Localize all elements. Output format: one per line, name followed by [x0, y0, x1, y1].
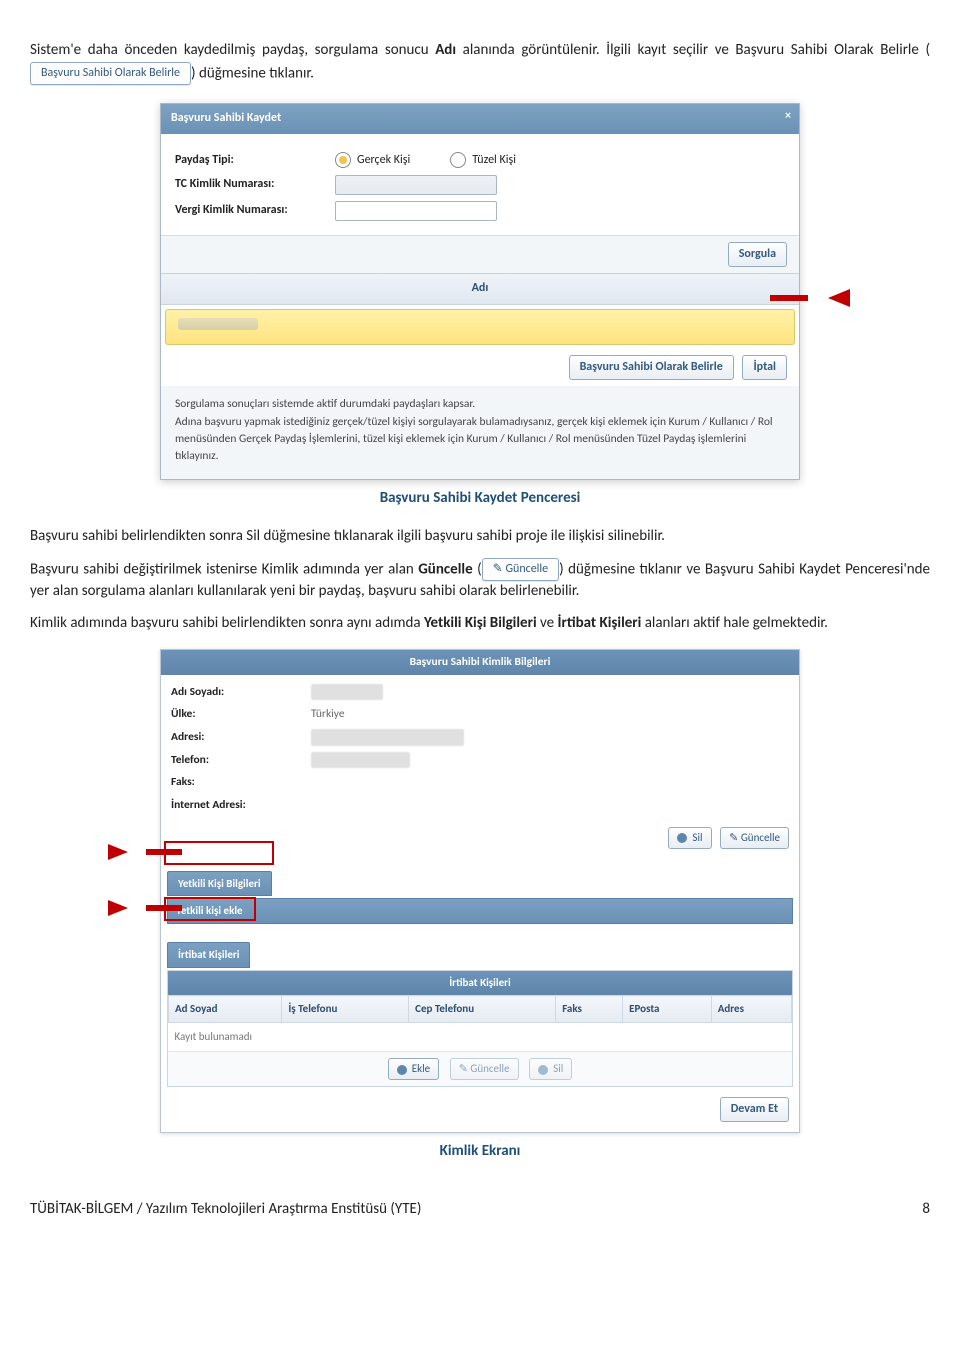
input-tc[interactable]: [335, 175, 497, 195]
guncelle-button[interactable]: ✎ Güncelle: [720, 827, 789, 849]
panel-title: Başvuru Sahibi Kimlik Bilgileri: [161, 650, 799, 675]
info-text-content: Sorgulama sonuçları sistemde aktif durum…: [175, 397, 773, 463]
paragraph-3: Başvuru sahibi değiştirilmek istenirse K…: [30, 558, 930, 603]
radio-gercek-label: Gerçek Kişi: [357, 152, 410, 169]
arrow-icon: [108, 900, 128, 916]
caption-1: Başvuru Sahibi Kaydet Penceresi: [30, 488, 930, 510]
page-number: 8: [922, 1199, 930, 1221]
irtibat-table: Ad Soyad İş Telefonu Cep Telefonu Faks E…: [168, 995, 792, 1051]
kv-web: İnternet Adresi:: [171, 797, 311, 814]
kv-adres: Adresi:: [171, 729, 311, 746]
p3-bold: Güncelle: [418, 560, 472, 578]
col-is: İş Telefonu: [282, 996, 409, 1023]
tbl-gunc-label: Güncelle: [470, 1062, 509, 1075]
kv-tel: Telefon:: [171, 752, 311, 769]
paragraph-4: Kimlik adımında başvuru sahibi belirlend…: [30, 613, 930, 635]
dialog-title: Başvuru Sahibi Kaydet ×: [161, 104, 799, 133]
dialog-basvuru-kaydet: Başvuru Sahibi Kaydet × Paydaş Tipi: Ger…: [160, 103, 800, 480]
close-icon[interactable]: ×: [785, 108, 791, 125]
p1b: alanında görüntülenir. İlgili kayıt seçi…: [456, 41, 930, 59]
label-paydas-tipi: Paydaş Tipi:: [175, 152, 335, 169]
p3a: Başvuru sahibi değiştirilmek istenirse K…: [30, 560, 418, 578]
mask: ████ ████: [311, 684, 383, 701]
yetkili-ekle-bar[interactable]: Yetkili kişi ekle: [167, 898, 793, 924]
label-tc: TC Kimlik Numarası:: [175, 176, 335, 193]
p1-bold: Adı: [435, 41, 456, 59]
p4-b2: İrtibat Kişileri: [558, 614, 642, 632]
p3b: (: [473, 560, 482, 578]
arrow-icon: [108, 844, 128, 860]
col-ad: Ad Soyad: [169, 996, 282, 1023]
belirle-button[interactable]: Başvuru Sahibi Olarak Belirle: [569, 355, 734, 380]
ekle-button[interactable]: Ekle: [388, 1058, 439, 1080]
label-vergi: Vergi Kimlik Numarası:: [175, 202, 335, 219]
p4a: Kimlik adımında başvuru sahibi belirlend…: [30, 614, 424, 632]
adi-header: Adı: [161, 273, 799, 304]
kv-ulke: Ülke:: [171, 706, 311, 723]
tbl-sil-button[interactable]: Sil: [529, 1058, 572, 1080]
radio-tuzel-label: Tüzel Kişi: [472, 152, 516, 169]
kv-faks: Faks:: [171, 774, 311, 791]
devam-button[interactable]: Devam Et: [720, 1097, 789, 1122]
p1c: ) düğmesine tıklanır.: [191, 64, 314, 82]
inline-guncelle-btn: Güncelle: [482, 558, 559, 581]
irtibat-title: İrtibat Kişileri: [168, 971, 792, 995]
footer-left: TÜBİTAK-BİLGEM / Yazılım Teknolojileri A…: [30, 1199, 421, 1221]
sorgula-button[interactable]: Sorgula: [728, 242, 787, 267]
yetkili-header: Yetkili Kişi Bilgileri: [167, 871, 272, 897]
p4-b1: Yetkili Kişi Bilgileri: [424, 614, 537, 632]
result-name-mask: [178, 318, 258, 330]
radio-tuzel[interactable]: [450, 152, 466, 168]
guncelle-label: Güncelle: [741, 831, 780, 844]
p4b: ve: [537, 614, 558, 632]
kv-ad: Adı Soyadı:: [171, 684, 311, 701]
tbl-guncelle-button[interactable]: ✎ Güncelle: [450, 1058, 519, 1080]
p1a: Sistem'e daha önceden kaydedilmiş paydaş…: [30, 41, 435, 59]
arrow-icon: [828, 289, 850, 307]
p4c: alanları aktif hale gelmektedir.: [641, 614, 828, 632]
radio-gercek[interactable]: [335, 152, 351, 168]
col-cep: Cep Telefonu: [409, 996, 556, 1023]
paragraph-1: Sistem'e daha önceden kaydedilmiş paydaş…: [30, 40, 930, 85]
info-text: Sorgulama sonuçları sistemde aktif durum…: [161, 386, 799, 479]
input-vergi[interactable]: [335, 201, 497, 221]
col-faks: Faks: [556, 996, 623, 1023]
result-row[interactable]: [165, 309, 795, 345]
col-adres: Adres: [711, 996, 791, 1023]
col-eposta: EPosta: [623, 996, 712, 1023]
mask: ████████████ ██████: [311, 729, 464, 746]
sil-button[interactable]: Sil: [668, 827, 711, 849]
no-record: Kayıt bulunamadı: [169, 1023, 792, 1051]
iptal-button[interactable]: İptal: [742, 355, 787, 380]
caption-2: Kimlik Ekranı: [30, 1141, 930, 1163]
paragraph-2: Başvuru sahibi belirlendikten sonra Sil …: [30, 526, 930, 548]
panel-kimlik: Başvuru Sahibi Kimlik Bilgileri Adı Soya…: [160, 649, 800, 1134]
inline-belirle-btn: Başvuru Sahibi Olarak Belirle: [30, 62, 191, 85]
dialog-title-text: Başvuru Sahibi Kaydet: [171, 111, 281, 125]
irtibat-header: İrtibat Kişileri: [167, 942, 250, 968]
kv-ulke-v: Türkiye: [311, 706, 345, 723]
page-footer: TÜBİTAK-BİLGEM / Yazılım Teknolojileri A…: [30, 1199, 930, 1221]
mask: (███) ███-████: [311, 752, 410, 769]
